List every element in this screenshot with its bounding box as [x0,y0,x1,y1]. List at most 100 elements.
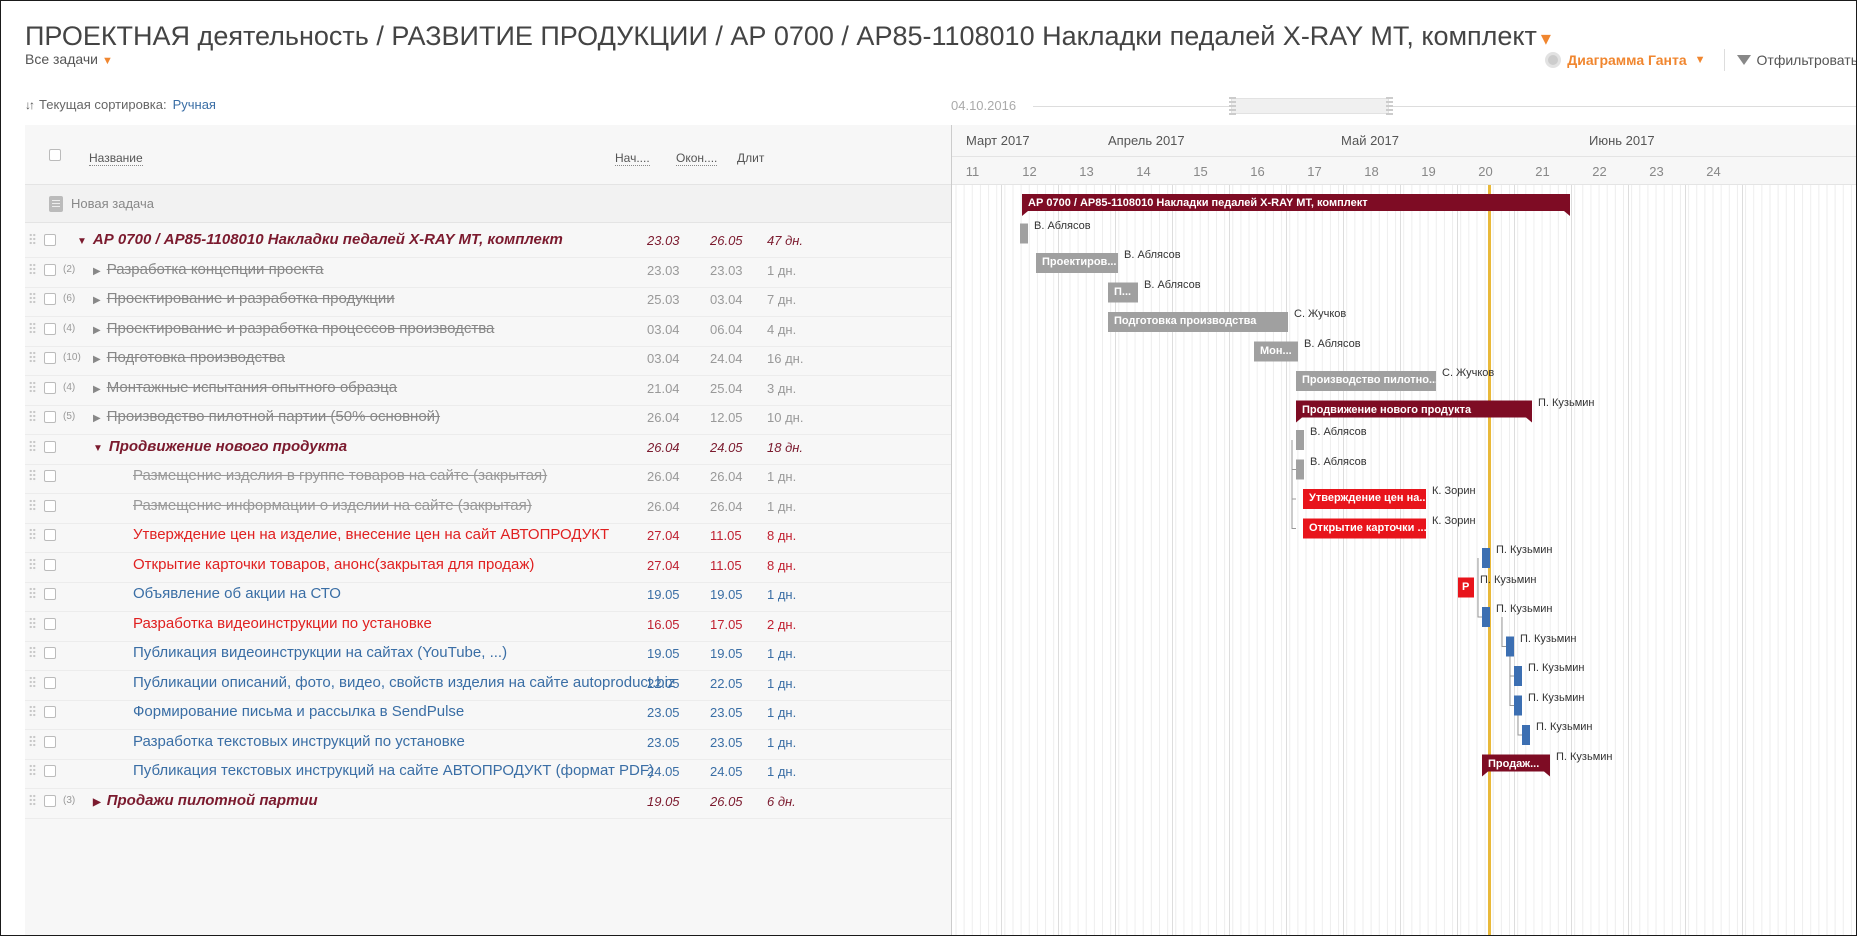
column-duration-header[interactable]: Длит [737,151,764,165]
task-name[interactable]: Открытие карточки товаров, анонс(закрыта… [133,556,534,573]
expand-right-icon[interactable]: ▶ [93,295,101,306]
row-checkbox[interactable] [44,263,56,276]
timeline-scroller[interactable]: 04.10.2016 [951,95,1856,117]
task-name[interactable]: Публикация текстовых инструкций на сайте… [133,762,654,779]
expand-right-icon[interactable]: ▶ [93,266,101,277]
page-header: ПРОЕКТНАЯ деятельность / РАЗВИТИЕ ПРОДУК… [1,1,1856,91]
row-checkbox[interactable] [44,794,56,807]
task-name[interactable]: ▶ Продажи пилотной партии [93,792,318,809]
column-end-header[interactable]: Окон.... [676,151,718,166]
drag-handle-icon[interactable] [29,380,36,394]
row-checkbox[interactable] [44,735,56,748]
task-name[interactable]: ▶ Подготовка производства [93,349,285,366]
gantt-bar-label[interactable]: Проектиров... [1036,251,1118,273]
drag-handle-icon[interactable] [29,292,36,305]
task-name[interactable]: ▶ Проектирование и разработка продукции [93,290,395,307]
expand-right-icon[interactable]: ▶ [93,325,101,336]
task-name[interactable]: ▼ Продвижение нового продукта [93,438,347,455]
timeline-handle-left[interactable] [1229,97,1236,115]
drag-handle-icon[interactable] [29,705,36,718]
gantt-bar-label[interactable]: Мон... [1254,340,1298,362]
gantt-bar-label[interactable]: Продаж... [1482,753,1550,775]
select-all-checkbox[interactable] [49,149,61,161]
row-checkbox[interactable] [44,352,56,364]
row-checkbox[interactable] [44,440,56,453]
drag-handle-icon[interactable] [29,646,36,659]
page-title[interactable]: ПРОЕКТНАЯ деятельность / РАЗВИТИЕ ПРОДУК… [25,21,1551,52]
expand-right-icon[interactable]: ▶ [93,384,101,395]
column-start-header[interactable]: Нач.... [615,151,650,166]
row-checkbox[interactable] [44,381,56,394]
task-name[interactable]: Формирование письма и рассылка в SendPul… [133,703,464,720]
expand-right-icon[interactable]: ▶ [93,797,101,808]
task-name[interactable]: Объявление об акции на СТО [133,585,341,602]
drag-handle-icon[interactable] [29,439,36,453]
gantt-bar-label[interactable]: Продвижение нового продукта [1296,399,1532,421]
drag-handle-icon[interactable] [29,764,36,777]
drag-handle-icon[interactable] [29,233,36,246]
task-name-text: Продажи пилотной партии [106,791,318,809]
task-name[interactable]: Публикация видеоинструкции на сайтах (Yo… [133,644,507,661]
column-name-header[interactable]: Название [89,151,143,166]
expand-down-icon[interactable]: ▼ [93,443,103,454]
task-name[interactable]: Утверждение цен на изделие, внесение цен… [133,526,609,543]
expand-right-icon[interactable]: ▶ [93,354,101,365]
expand-right-icon[interactable]: ▶ [93,413,101,424]
drag-handle-icon[interactable] [29,793,36,807]
task-name[interactable]: ▶ Монтажные испытания опытного образца [93,379,397,396]
task-start-date: 26.04 [647,439,680,455]
filter-button[interactable]: Отфильтровать [1736,52,1856,68]
task-name[interactable]: Публикации описаний, фото, видео, свойст… [133,674,675,691]
row-checkbox[interactable] [44,322,56,335]
task-name[interactable]: ▶ Проектирование и разработка процессов п… [93,320,494,337]
row-checkbox[interactable] [44,706,56,718]
gantt-bar-label[interactable]: П... [1108,281,1138,303]
gantt-bar-label[interactable]: Утверждение цен на... [1303,487,1426,509]
drag-handle-icon[interactable] [29,616,36,630]
timeline-range[interactable] [1231,98,1389,114]
task-name[interactable]: Разработка текстовых инструкций по устан… [133,733,465,750]
drag-handle-icon[interactable] [29,321,36,335]
drag-handle-icon[interactable] [29,675,36,689]
gantt-bar-label[interactable]: Производство пилотно... [1296,369,1436,391]
row-checkbox[interactable] [44,558,56,571]
task-name[interactable]: ▶ Разработка концепции проекта [93,261,324,278]
chevron-down-icon[interactable]: ▾ [1541,28,1551,50]
task-name[interactable]: ▼ АР 0700 / АР85-1108010 Накладки педалей… [77,231,563,248]
drag-handle-icon[interactable] [29,351,36,364]
row-checkbox[interactable] [44,529,56,541]
row-checkbox[interactable] [44,588,56,600]
expand-down-icon[interactable]: ▼ [77,236,87,247]
row-checkbox[interactable] [44,617,56,630]
gantt-bar-label[interactable]: АР 0700 / АР85-1108010 Накладки педалей … [1022,192,1570,214]
drag-handle-icon[interactable] [29,469,36,482]
task-name[interactable]: Разработка видеоинструкции по установке [133,615,432,632]
row-checkbox[interactable] [44,765,56,777]
row-checkbox[interactable] [44,647,56,659]
drag-handle-icon[interactable] [29,498,36,512]
task-name[interactable]: Размещение изделия в группе товаров на с… [133,467,547,484]
row-checkbox[interactable] [44,499,56,512]
drag-handle-icon[interactable] [29,587,36,600]
new-task-button[interactable]: Новая задача [25,185,951,223]
table-row[interactable]: (3) ▶ Продажи пилотной партии 19.05 26.05 6 д… [25,784,951,819]
gantt-bar-label[interactable]: Открытие карточки ... [1303,517,1426,539]
row-checkbox[interactable] [44,470,56,482]
row-checkbox[interactable] [44,234,56,246]
task-name[interactable]: Размещение информации о изделии на сайте… [133,497,532,514]
timeline-handle-right[interactable] [1386,97,1393,115]
row-checkbox[interactable] [44,293,56,305]
row-checkbox[interactable] [44,676,56,689]
drag-handle-icon[interactable] [29,557,36,571]
gantt-bar-label[interactable]: Р [1458,576,1474,598]
drag-handle-icon[interactable] [29,262,36,276]
drag-handle-icon[interactable] [29,734,36,748]
row-checkbox[interactable] [44,411,56,423]
gantt-bar-label[interactable]: Подготовка производства [1108,310,1288,332]
drag-handle-icon[interactable] [29,410,36,423]
gantt-view-button[interactable]: Диаграмма Ганта ▼ [1545,52,1723,68]
sort-value-link[interactable]: Ручная [173,97,216,112]
task-name[interactable]: ▶ Производство пилотной партии (50% основ… [93,408,440,425]
drag-handle-icon[interactable] [29,528,36,541]
all-tasks-dropdown[interactable]: Все задачи ▼ [25,51,113,67]
